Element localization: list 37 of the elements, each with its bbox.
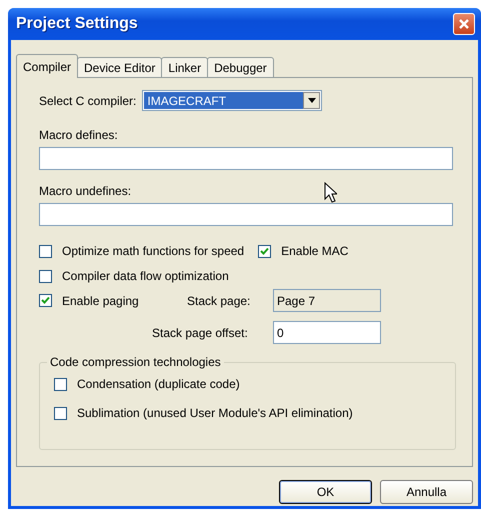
input-field[interactable]	[39, 147, 453, 170]
checkbox[interactable]	[39, 244, 52, 258]
close-button[interactable]	[453, 13, 475, 35]
cursor-icon	[324, 182, 337, 203]
checkmark-icon	[260, 246, 270, 256]
tab[interactable]: Linker	[161, 57, 208, 78]
tab[interactable]: Debugger	[207, 57, 274, 78]
group-title: Code compression technologies	[47, 355, 224, 369]
input-field[interactable]: 0	[273, 321, 381, 344]
checkbox-label: Compiler data flow optimization	[62, 269, 229, 283]
dialog-button[interactable]: Annulla	[380, 480, 473, 504]
field-label: Macro defines:	[39, 128, 118, 142]
checkbox[interactable]	[39, 270, 52, 282]
checkbox-label: Enable paging	[62, 294, 139, 308]
checkbox[interactable]	[54, 378, 67, 390]
checkbox-label: Enable MAC	[281, 244, 348, 258]
field-label: Select C compiler:	[39, 94, 136, 108]
dropdown-value: IMAGECRAFT	[144, 92, 304, 109]
tab[interactable]: Device Editor	[77, 57, 162, 78]
checkbox[interactable]	[54, 406, 67, 420]
close-icon	[458, 18, 470, 30]
dropdown-button[interactable]	[303, 92, 320, 109]
checkbox[interactable]	[258, 244, 272, 258]
checkbox-label: Sublimation (unused User Module's API elimination)	[77, 406, 353, 420]
tab[interactable]: Compiler	[16, 54, 78, 78]
input-field[interactable]	[39, 203, 453, 226]
window-title: Project Settings	[16, 15, 138, 33]
dialog-button[interactable]: OK	[279, 480, 372, 504]
field-label: Macro undefines:	[39, 184, 132, 198]
field-label: Stack page offset:	[152, 326, 249, 340]
checkmark-icon	[41, 296, 50, 305]
checkbox-label: Condensation (duplicate code)	[77, 377, 240, 391]
checkbox-label: Optimize math functions for speed	[62, 244, 244, 258]
field-label: Stack page:	[187, 294, 252, 308]
caret-icon	[308, 98, 316, 103]
checkbox[interactable]	[39, 294, 52, 307]
compiler-dropdown[interactable]: IMAGECRAFT	[142, 90, 322, 111]
